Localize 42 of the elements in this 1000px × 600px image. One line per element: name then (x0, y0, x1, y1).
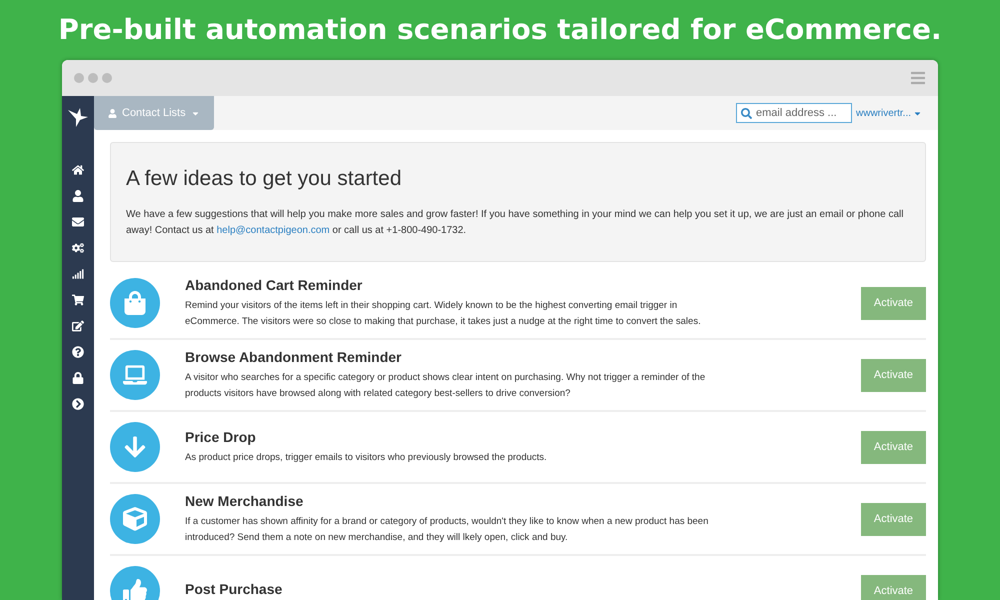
scenario-title: Browse Abandonment Reminder (185, 348, 403, 364)
headline: Pre-built automation scenarios tailored for eCommerce. (58, 12, 942, 48)
search-field[interactable]: email address ... (736, 103, 852, 123)
window-dot (102, 73, 112, 83)
arrow-down-icon (123, 435, 147, 459)
gears-icon[interactable] (72, 242, 84, 254)
activate-button[interactable]: Activate (861, 574, 926, 600)
contact-lists-button[interactable]: Contact Lists (94, 96, 214, 130)
scenario-description: A visitor who searches for a specific category or product shows clear intent on purchasing. Why not trigger a reminder of the products visitors have browsed along with related category best-sellers to drive conversion? (185, 370, 706, 400)
account-menu[interactable]: wwwrivertr... (856, 108, 922, 118)
search-icon (741, 108, 752, 119)
intro-heading: A few ideas to get you started (126, 167, 403, 191)
scenario-description: If a customer has shown affinity for a brand or category of products, wouldn't they like to know when a new product has been introduced? Send them a note on new merchandise, and they will lkely open, click and buy. (185, 514, 710, 544)
scenario-title: Abandoned Cart Reminder (185, 276, 364, 292)
user-icon[interactable] (72, 190, 84, 202)
edit-icon[interactable] (72, 320, 84, 332)
scenario-title: New Merchandise (185, 492, 304, 508)
thumbs-up-icon (123, 579, 147, 600)
home-icon[interactable] (72, 164, 84, 176)
scenario-title: Post Purchase (185, 580, 284, 596)
activate-button[interactable]: Activate (861, 358, 926, 392)
signal-icon[interactable] (72, 268, 84, 280)
bird-logo-icon (67, 106, 89, 128)
activate-button[interactable]: Activate (861, 286, 926, 320)
cube-icon (123, 507, 147, 531)
window-dot (74, 73, 84, 83)
intro-text: We have a few suggestions that will help you make more sales and grow faster! If you have something in your mind we can help you set it up, we are just an email or phone call away! Contact us at help@contactpigeon.com or call us at +1-800-490-1732. (126, 208, 904, 238)
user-icon (108, 108, 117, 118)
activate-button[interactable]: Activate (861, 430, 926, 464)
scenario-title: Price Drop (185, 428, 257, 444)
scenario-description: As product price drops, trigger emails to visitors who previously browsed the products. (185, 450, 548, 464)
activate-button[interactable]: Activate (861, 502, 926, 536)
laptop-icon (123, 363, 147, 387)
email-link[interactable]: help@contactpigeon.com (216, 225, 330, 236)
help-icon[interactable] (72, 346, 84, 358)
lock-icon[interactable] (72, 372, 84, 384)
bag-icon (123, 291, 147, 315)
window-dot (88, 73, 98, 83)
cart-icon[interactable] (72, 294, 84, 306)
envelope-icon[interactable] (72, 216, 84, 228)
scenario-description: Remind your visitors of the items left in their shopping cart. Widely known to be the highest converting email trigger in eCommerce. The visitors were so close to making that purchase, it takes just a nudge at the right time to convert the sales. (185, 298, 702, 328)
chevron-icon[interactable] (72, 398, 84, 410)
